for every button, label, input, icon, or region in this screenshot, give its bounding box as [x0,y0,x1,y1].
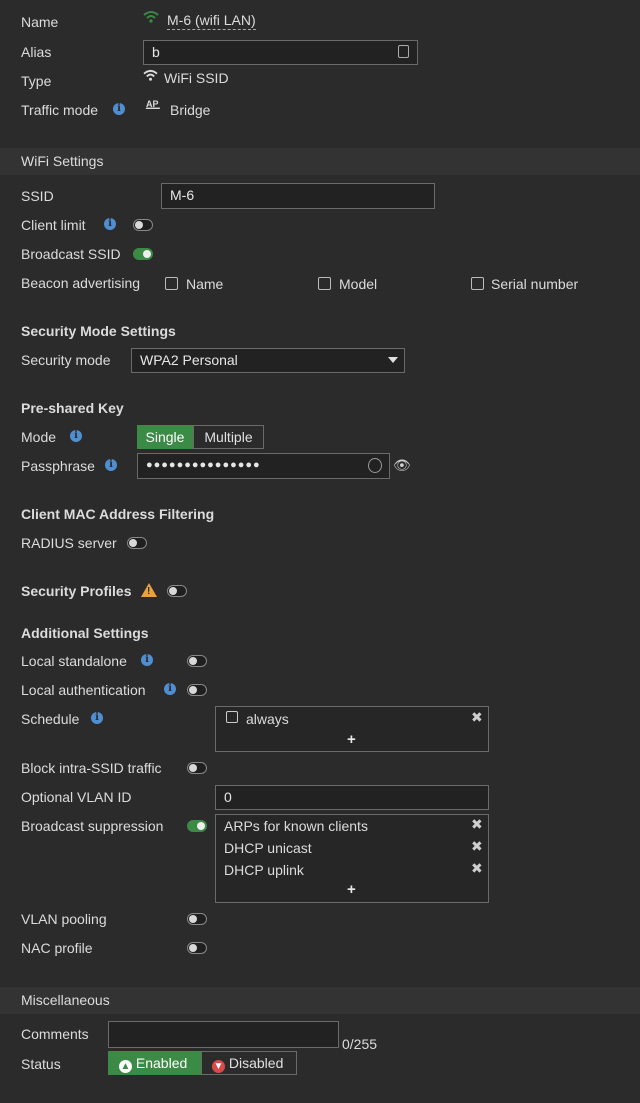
arrow-up-circle-icon: ▲ [119,1060,132,1073]
psk-mode-single-button[interactable]: Single [137,425,193,449]
ssid-label: SSID [21,188,54,204]
security-mode-label: Security mode [21,352,111,368]
beacon-serial-checkbox[interactable] [471,277,484,290]
passphrase-value: ●●●●●●●●●●●●●●● [146,459,261,471]
passphrase-input[interactable]: ●●●●●●●●●●●●●●● [137,453,390,479]
additional-settings-header: Additional Settings [21,625,149,641]
info-icon[interactable]: i [105,459,117,471]
beacon-model-label: Model [339,276,378,292]
security-mode-value: WPA2 Personal [140,352,238,368]
name-label: Name [21,14,59,30]
status-enabled-label: Enabled [135,1055,188,1071]
security-profiles-label: Security Profiles [21,583,132,599]
suppression-item: DHCP unicast [224,840,312,856]
comments-textarea[interactable] [108,1021,339,1048]
schedule-label: Schedule [21,711,80,727]
vlan-pooling-label: VLAN pooling [21,911,107,927]
psk-header: Pre-shared Key [21,400,124,416]
block-intra-toggle[interactable] [187,762,207,774]
block-intra-label: Block intra-SSID traffic [21,760,162,776]
broadcast-ssid-toggle[interactable] [133,248,153,260]
wifi-type-icon [143,69,158,85]
wifi-settings-header: WiFi Settings [0,148,640,175]
info-icon[interactable]: i [141,654,153,666]
status-disabled-button[interactable]: ▼ Disabled [201,1051,297,1075]
beacon-serial-label: Serial number [491,276,579,292]
close-icon[interactable]: ✖ [471,816,483,833]
add-suppression-button[interactable]: + [347,881,356,898]
info-icon[interactable]: i [70,430,82,442]
broadcast-suppression-toggle[interactable] [187,820,207,832]
schedule-calendar-icon [226,711,238,723]
suppression-item: DHCP uplink [224,862,304,878]
password-key-icon [368,458,382,473]
client-limit-label: Client limit [21,217,86,233]
misc-header: Miscellaneous [0,987,640,1014]
add-schedule-button[interactable]: + [347,731,356,748]
eye-icon[interactable]: 👁 [393,457,411,474]
radius-server-toggle[interactable] [127,537,147,549]
security-mode-select[interactable]: WPA2 Personal [131,348,405,373]
info-icon[interactable]: i [91,712,103,724]
vlan-id-value: 0 [224,789,232,805]
vlan-pooling-toggle[interactable] [187,913,207,925]
traffic-mode-value: Bridge [170,102,211,118]
client-limit-toggle[interactable] [133,219,153,231]
security-profiles-toggle[interactable] [167,585,187,597]
alias-value: b [152,44,160,60]
arrow-down-circle-icon: ▼ [212,1060,225,1073]
nac-profile-toggle[interactable] [187,942,207,954]
alias-input[interactable]: b [143,40,418,65]
beacon-name-label: Name [186,276,224,292]
status-disabled-label: Disabled [228,1055,284,1071]
local-standalone-label: Local standalone [21,653,127,669]
info-icon[interactable]: i [113,103,125,115]
info-icon[interactable]: i [104,218,116,230]
schedule-item: always [246,711,289,727]
ssid-value: M-6 [170,187,195,203]
security-mode-header: Security Mode Settings [21,323,176,339]
traffic-mode-label: Traffic mode [21,102,99,118]
local-auth-toggle[interactable] [187,684,207,696]
broadcast-suppression-label: Broadcast suppression [21,818,164,834]
psk-mode-label: Mode [21,429,57,445]
close-icon[interactable]: ✖ [471,860,483,877]
ssid-input[interactable]: M-6 [161,183,435,209]
access-point-icon: AP ▔▔ [146,99,160,118]
psk-mode-multiple-button[interactable]: Multiple [193,425,264,449]
info-icon[interactable]: i [164,683,176,695]
beacon-advertising-label: Beacon advertising [21,275,141,291]
status-label: Status [21,1056,61,1072]
nac-profile-label: NAC profile [21,940,93,956]
close-icon[interactable]: ✖ [471,838,483,855]
alias-label: Alias [21,44,52,60]
close-icon[interactable]: ✖ [471,709,483,726]
passphrase-label: Passphrase [21,458,95,474]
text-field-icon [398,45,409,58]
warning-icon-mark: ! [147,586,151,597]
interface-name[interactable]: M-6 (wifi LAN) [167,11,256,30]
status-enabled-button[interactable]: ▲ Enabled [108,1051,201,1075]
beacon-model-checkbox[interactable] [318,277,331,290]
local-standalone-toggle[interactable] [187,655,207,667]
type-value: WiFi SSID [164,70,229,86]
comments-label: Comments [21,1026,89,1042]
mac-filter-header: Client MAC Address Filtering [21,506,215,522]
beacon-name-checkbox[interactable] [165,277,178,290]
local-auth-label: Local authentication [21,682,146,698]
type-label: Type [21,73,52,89]
comments-counter: 0/255 [342,1036,378,1052]
broadcast-ssid-label: Broadcast SSID [21,246,121,262]
radius-server-label: RADIUS server [21,535,117,551]
vlan-id-label: Optional VLAN ID [21,789,132,805]
suppression-item: ARPs for known clients [224,818,368,834]
wifi-icon [143,10,159,27]
vlan-id-input[interactable]: 0 [215,785,489,810]
chevron-down-icon [388,357,398,363]
